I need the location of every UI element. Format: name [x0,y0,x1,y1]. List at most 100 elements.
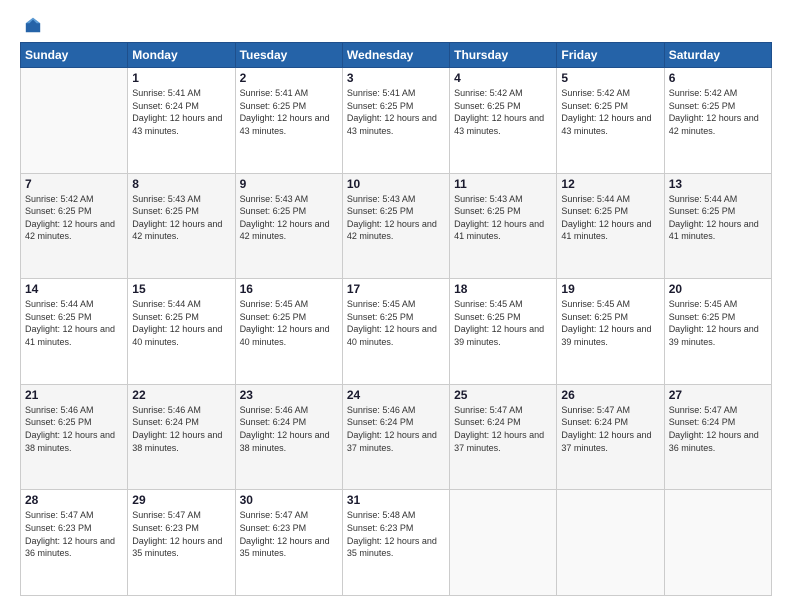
day-number: 4 [454,71,552,85]
day-number: 31 [347,493,445,507]
calendar-cell: 21Sunrise: 5:46 AMSunset: 6:25 PMDayligh… [21,384,128,490]
header [20,16,772,34]
day-info: Sunrise: 5:42 AMSunset: 6:25 PMDaylight:… [561,87,659,137]
page: SundayMondayTuesdayWednesdayThursdayFrid… [0,0,792,612]
calendar-cell: 24 Sunrise: 5:46 AMSunset: 6:24 PMDayligh… [342,384,449,490]
day-info: Sunrise: 5:47 AMSunset: 6:24 PMDaylight:… [454,404,552,454]
calendar-cell: 5 Sunrise: 5:42 AMSunset: 6:25 PMDaylight… [557,68,664,174]
calendar-cell: 31 Sunrise: 5:48 AMSunset: 6:23 PMDayligh… [342,490,449,596]
week-row-2: 7Sunrise: 5:42 AMSunset: 6:25 PMDaylight… [21,173,772,279]
day-info: Sunrise: 5:44 AMSunset: 6:25 PMDaylight:… [561,193,659,243]
day-info: Sunrise: 5:46 AMSunset: 6:24 PMDaylight:… [347,404,445,454]
calendar-cell [557,490,664,596]
week-row-3: 14 Sunrise: 5:44 AMSunset: 6:25 PMDayligh… [21,279,772,385]
calendar-cell: 8 Sunrise: 5:43 AMSunset: 6:25 PMDaylight… [128,173,235,279]
day-info: Sunrise: 5:47 AMSunset: 6:24 PMDaylight:… [669,404,767,454]
day-info: Sunrise: 5:42 AMSunset: 6:25 PMDaylight:… [25,193,123,243]
day-number: 20 [669,282,767,296]
day-info: Sunrise: 5:46 AMSunset: 6:24 PMDaylight:… [240,404,338,454]
weekday-header-row: SundayMondayTuesdayWednesdayThursdayFrid… [21,43,772,68]
day-info: Sunrise: 5:43 AMSunset: 6:25 PMDaylight:… [454,193,552,243]
day-info: Sunrise: 5:47 AMSunset: 6:24 PMDaylight:… [561,404,659,454]
calendar-cell: 11 Sunrise: 5:43 AMSunset: 6:25 PMDayligh… [450,173,557,279]
day-info: Sunrise: 5:46 AMSunset: 6:24 PMDaylight:… [132,404,230,454]
day-info: Sunrise: 5:47 AMSunset: 6:23 PMDaylight:… [25,509,123,559]
day-number: 27 [669,388,767,402]
calendar-cell: 13 Sunrise: 5:44 AMSunset: 6:25 PMDayligh… [664,173,771,279]
day-number: 26 [561,388,659,402]
day-number: 5 [561,71,659,85]
day-info: Sunrise: 5:46 AMSunset: 6:25 PMDaylight:… [25,404,123,454]
day-number: 25 [454,388,552,402]
calendar-cell: 19 Sunrise: 5:45 AMSunset: 6:25 PMDayligh… [557,279,664,385]
day-info: Sunrise: 5:43 AMSunset: 6:25 PMDaylight:… [132,193,230,243]
calendar-cell: 27 Sunrise: 5:47 AMSunset: 6:24 PMDayligh… [664,384,771,490]
calendar-cell: 14 Sunrise: 5:44 AMSunset: 6:25 PMDayligh… [21,279,128,385]
day-number: 18 [454,282,552,296]
day-info: Sunrise: 5:41 AMSunset: 6:25 PMDaylight:… [240,87,338,137]
calendar-cell: 22 Sunrise: 5:46 AMSunset: 6:24 PMDayligh… [128,384,235,490]
calendar-cell: 12 Sunrise: 5:44 AMSunset: 6:25 PMDayligh… [557,173,664,279]
day-info: Sunrise: 5:47 AMSunset: 6:23 PMDaylight:… [132,509,230,559]
calendar-cell: 28 Sunrise: 5:47 AMSunset: 6:23 PMDayligh… [21,490,128,596]
day-info: Sunrise: 5:41 AMSunset: 6:25 PMDaylight:… [347,87,445,137]
day-number: 8 [132,177,230,191]
day-number: 10 [347,177,445,191]
day-number: 15 [132,282,230,296]
calendar-cell: 10 Sunrise: 5:43 AMSunset: 6:25 PMDayligh… [342,173,449,279]
day-number: 1 [132,71,230,85]
calendar-cell: 9Sunrise: 5:43 AMSunset: 6:25 PMDaylight… [235,173,342,279]
day-info: Sunrise: 5:48 AMSunset: 6:23 PMDaylight:… [347,509,445,559]
week-row-5: 28 Sunrise: 5:47 AMSunset: 6:23 PMDayligh… [21,490,772,596]
day-number: 12 [561,177,659,191]
calendar-cell: 7Sunrise: 5:42 AMSunset: 6:25 PMDaylight… [21,173,128,279]
calendar-cell: 17 Sunrise: 5:45 AMSunset: 6:25 PMDayligh… [342,279,449,385]
weekday-header-wednesday: Wednesday [342,43,449,68]
day-info: Sunrise: 5:44 AMSunset: 6:25 PMDaylight:… [132,298,230,348]
day-info: Sunrise: 5:45 AMSunset: 6:25 PMDaylight:… [561,298,659,348]
day-info: Sunrise: 5:43 AMSunset: 6:25 PMDaylight:… [240,193,338,243]
calendar-cell: 16Sunrise: 5:45 AMSunset: 6:25 PMDayligh… [235,279,342,385]
day-number: 13 [669,177,767,191]
calendar-cell: 3 Sunrise: 5:41 AMSunset: 6:25 PMDaylight… [342,68,449,174]
day-info: Sunrise: 5:44 AMSunset: 6:25 PMDaylight:… [669,193,767,243]
calendar-cell: 26 Sunrise: 5:47 AMSunset: 6:24 PMDayligh… [557,384,664,490]
day-info: Sunrise: 5:42 AMSunset: 6:25 PMDaylight:… [669,87,767,137]
logo [20,16,42,34]
day-info: Sunrise: 5:45 AMSunset: 6:25 PMDaylight:… [240,298,338,348]
day-number: 24 [347,388,445,402]
day-number: 29 [132,493,230,507]
weekday-header-thursday: Thursday [450,43,557,68]
calendar-cell [21,68,128,174]
calendar-cell [664,490,771,596]
day-number: 3 [347,71,445,85]
day-number: 30 [240,493,338,507]
weekday-header-monday: Monday [128,43,235,68]
calendar-cell: 6 Sunrise: 5:42 AMSunset: 6:25 PMDaylight… [664,68,771,174]
day-number: 17 [347,282,445,296]
week-row-1: 1Sunrise: 5:41 AMSunset: 6:24 PMDaylight… [21,68,772,174]
day-info: Sunrise: 5:44 AMSunset: 6:25 PMDaylight:… [25,298,123,348]
calendar-cell: 1Sunrise: 5:41 AMSunset: 6:24 PMDaylight… [128,68,235,174]
weekday-header-tuesday: Tuesday [235,43,342,68]
day-info: Sunrise: 5:43 AMSunset: 6:25 PMDaylight:… [347,193,445,243]
calendar-cell [450,490,557,596]
day-number: 19 [561,282,659,296]
weekday-header-sunday: Sunday [21,43,128,68]
day-number: 11 [454,177,552,191]
calendar-cell: 4 Sunrise: 5:42 AMSunset: 6:25 PMDaylight… [450,68,557,174]
calendar-cell: 25 Sunrise: 5:47 AMSunset: 6:24 PMDayligh… [450,384,557,490]
day-number: 28 [25,493,123,507]
calendar-table: SundayMondayTuesdayWednesdayThursdayFrid… [20,42,772,596]
day-info: Sunrise: 5:42 AMSunset: 6:25 PMDaylight:… [454,87,552,137]
weekday-header-friday: Friday [557,43,664,68]
day-info: Sunrise: 5:45 AMSunset: 6:25 PMDaylight:… [454,298,552,348]
day-number: 22 [132,388,230,402]
day-number: 2 [240,71,338,85]
day-number: 6 [669,71,767,85]
day-info: Sunrise: 5:47 AMSunset: 6:23 PMDaylight:… [240,509,338,559]
day-number: 14 [25,282,123,296]
day-info: Sunrise: 5:45 AMSunset: 6:25 PMDaylight:… [347,298,445,348]
calendar-cell: 20Sunrise: 5:45 AMSunset: 6:25 PMDayligh… [664,279,771,385]
weekday-header-saturday: Saturday [664,43,771,68]
